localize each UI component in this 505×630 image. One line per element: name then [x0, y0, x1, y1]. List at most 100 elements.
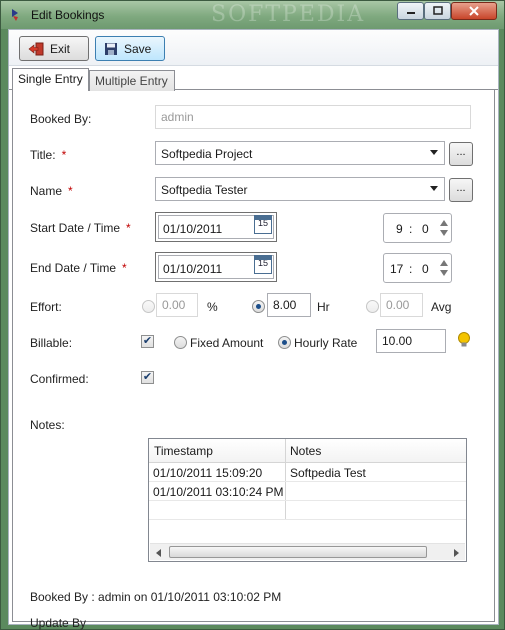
- billable-checkbox[interactable]: ✔: [141, 335, 154, 348]
- exit-icon: [28, 42, 44, 55]
- end-label-text: End Date / Time: [30, 261, 117, 275]
- end-date-picker[interactable]: 01/10/2011 15: [155, 252, 277, 282]
- effort-hours-radio[interactable]: [252, 300, 265, 313]
- minimize-button[interactable]: [397, 2, 424, 20]
- watermark: SOFTPEDIA: [211, 2, 366, 27]
- exit-button-label: Exit: [50, 41, 71, 56]
- window: SOFTPEDIA Edit Bookings Exit Save Single…: [0, 0, 505, 630]
- table-row[interactable]: 01/10/2011 15:09:20 Softpedia Test: [149, 463, 466, 482]
- spin-up-icon[interactable]: [439, 258, 449, 268]
- end-time-spinner[interactable]: 17 : 0: [383, 253, 452, 283]
- name-required-mark: *: [68, 184, 73, 198]
- column-header-notes[interactable]: Notes: [290, 444, 321, 458]
- title-required-mark: *: [61, 148, 67, 162]
- confirmed-label: Confirmed:: [30, 372, 89, 386]
- effort-avg-radio[interactable]: [366, 300, 379, 313]
- update-by-footer: Update By: [30, 616, 87, 630]
- start-hour: 9: [396, 222, 403, 236]
- effort-avg-field: 0.00: [380, 293, 423, 317]
- start-minute: 0: [422, 222, 429, 236]
- end-time-separator: :: [409, 262, 413, 276]
- billable-label: Billable:: [30, 336, 73, 350]
- dialog-body: Exit Save Single Entry Multiple Entry Bo…: [8, 29, 499, 630]
- start-time-spinner[interactable]: 9 : 0: [383, 213, 452, 243]
- notes-grid-header: Timestamp Notes: [149, 439, 466, 463]
- start-required-mark: *: [126, 221, 131, 235]
- scroll-right-icon[interactable]: [454, 549, 459, 557]
- calendar-icon[interactable]: 15: [254, 215, 272, 234]
- booked-by-footer: Booked By : admin on 01/10/2011 03:10:02…: [30, 590, 282, 604]
- close-button[interactable]: [451, 2, 497, 20]
- start-datetime-label: Start Date / Time *: [30, 221, 131, 235]
- chevron-down-icon: [430, 150, 438, 155]
- maximize-icon: [432, 6, 443, 15]
- end-required-mark: *: [122, 261, 127, 275]
- scrollbar-thumb[interactable]: [169, 546, 427, 558]
- horizontal-scrollbar[interactable]: [150, 543, 465, 560]
- save-button-label: Save: [124, 41, 152, 56]
- table-row[interactable]: [149, 501, 466, 520]
- minimize-icon: [406, 12, 415, 14]
- floppy-disk-icon: [105, 42, 117, 55]
- title-label: Title: *: [30, 148, 66, 162]
- exit-button[interactable]: Exit: [19, 36, 89, 61]
- save-button[interactable]: Save: [95, 36, 165, 61]
- lightbulb-icon[interactable]: [457, 331, 471, 349]
- chevron-down-icon: [430, 186, 438, 191]
- effort-percent-field: 0.00: [156, 293, 198, 317]
- start-date-picker[interactable]: 01/10/2011 15: [155, 212, 277, 242]
- effort-hours-field[interactable]: 8.00: [267, 293, 311, 317]
- title-combo[interactable]: Softpedia Project: [155, 141, 445, 165]
- row-timestamp: 01/10/2011 03:10:24 PM: [153, 485, 284, 499]
- confirmed-checkbox[interactable]: ✔: [141, 371, 154, 384]
- name-label-text: Name: [30, 184, 63, 198]
- start-date-value: 01/10/2011: [163, 222, 223, 236]
- name-browse-button[interactable]: ...: [449, 178, 473, 202]
- hourly-rate-label: Hourly Rate: [294, 336, 358, 350]
- booked-by-field: admin: [155, 105, 471, 129]
- name-combo[interactable]: Softpedia Tester: [155, 177, 445, 201]
- notes-label: Notes:: [30, 418, 65, 432]
- fixed-amount-radio[interactable]: [174, 336, 187, 349]
- name-value: Softpedia Tester: [161, 183, 248, 197]
- effort-percent-unit: %: [207, 300, 218, 314]
- spin-up-icon[interactable]: [439, 218, 449, 228]
- booked-by-label: Booked By:: [30, 112, 92, 126]
- fixed-amount-label: Fixed Amount: [190, 336, 264, 350]
- close-icon: [469, 6, 479, 16]
- end-hour: 17: [390, 262, 404, 276]
- hourly-rate-radio[interactable]: [278, 336, 291, 349]
- notes-grid[interactable]: Timestamp Notes 01/10/2011 15:09:20 Soft…: [148, 438, 467, 562]
- app-icon: [12, 9, 18, 21]
- title-bar[interactable]: SOFTPEDIA Edit Bookings: [1, 1, 504, 29]
- title-value: Softpedia Project: [161, 147, 253, 161]
- toolbar: Exit Save: [9, 30, 498, 66]
- title-browse-button[interactable]: ...: [449, 142, 473, 166]
- window-title: Edit Bookings: [31, 8, 105, 22]
- table-row[interactable]: 01/10/2011 03:10:24 PM: [149, 482, 466, 501]
- spin-down-icon[interactable]: [439, 228, 449, 238]
- title-label-text: Title:: [30, 148, 56, 162]
- end-datetime-label: End Date / Time *: [30, 261, 127, 275]
- tab-strip: Single Entry Multiple Entry: [9, 68, 498, 91]
- tab-single-entry[interactable]: Single Entry: [12, 68, 89, 91]
- maximize-button[interactable]: [424, 2, 451, 20]
- column-header-timestamp[interactable]: Timestamp: [154, 444, 213, 458]
- calendar-icon[interactable]: 15: [254, 255, 272, 274]
- single-entry-panel: Booked By: admin Title: * Softpedia Proje…: [12, 90, 495, 630]
- name-label: Name *: [30, 184, 73, 198]
- end-minute: 0: [422, 262, 429, 276]
- row-timestamp: 01/10/2011 15:09:20: [153, 466, 263, 480]
- row-note: Softpedia Test: [290, 466, 366, 480]
- hourly-rate-field[interactable]: 10.00: [376, 329, 446, 353]
- effort-avg-unit: Avg: [431, 300, 452, 314]
- effort-hours-unit: Hr: [317, 300, 330, 314]
- start-label-text: Start Date / Time: [30, 221, 121, 235]
- effort-label: Effort:: [30, 300, 62, 314]
- end-date-value: 01/10/2011: [163, 262, 223, 276]
- start-time-separator: :: [409, 222, 413, 236]
- spin-down-icon[interactable]: [439, 268, 449, 278]
- scroll-left-icon[interactable]: [156, 549, 161, 557]
- effort-percent-radio[interactable]: [142, 300, 155, 313]
- tab-multiple-entry[interactable]: Multiple Entry: [89, 70, 175, 91]
